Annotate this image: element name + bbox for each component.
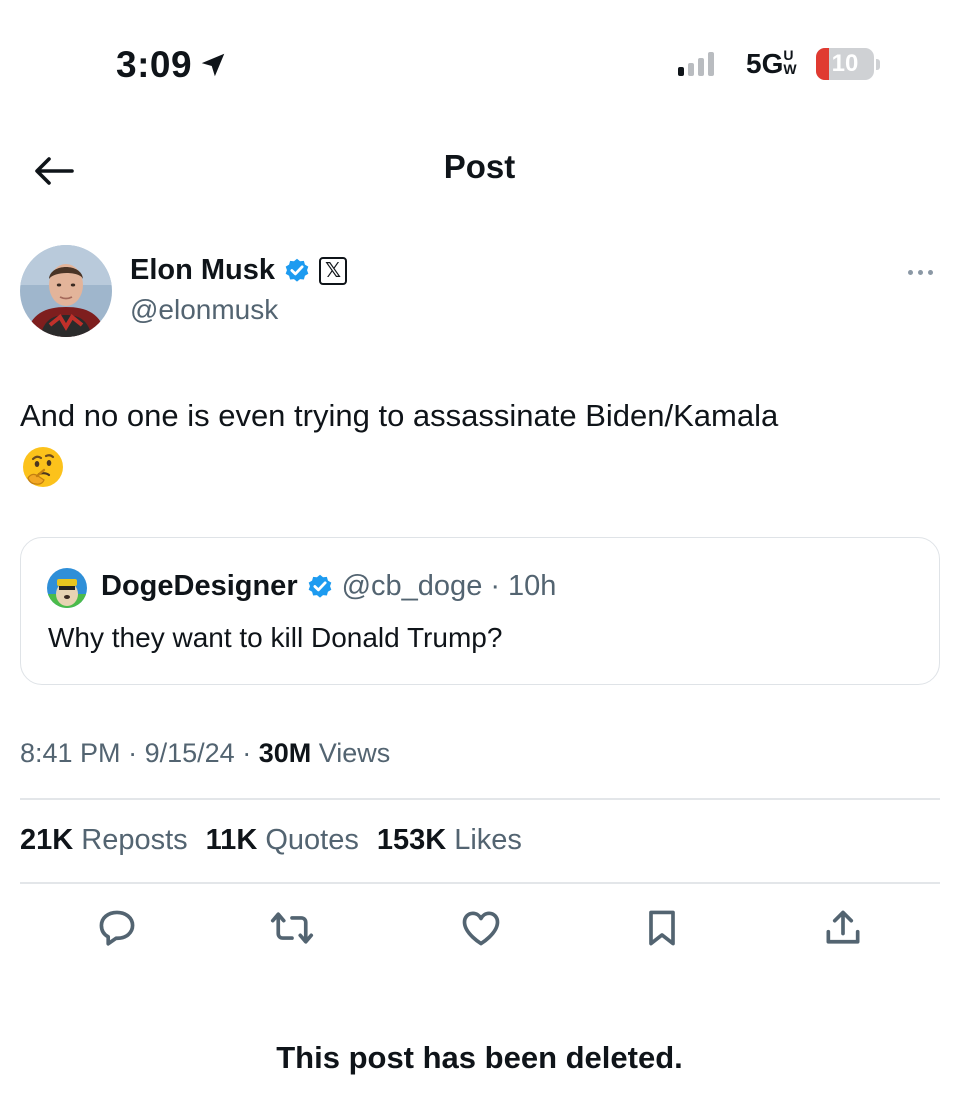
engagement-stats: 21K Reposts 11K Quotes 153K Likes [20,824,522,857]
post-header: Post [0,130,959,210]
verified-badge-icon [308,574,331,598]
post-text: And no one is even trying to assassinate… [20,398,779,433]
bookmark-icon [649,910,675,946]
quoted-post-header: DogeDesigner @cb_doge · 10h [101,570,556,603]
quoted-post-card[interactable]: DogeDesigner @cb_doge · 10h Why they wan… [20,537,940,685]
divider [20,882,940,884]
post-timestamp: 8:41 PM · 9/15/24 · 30M Views [20,738,390,769]
action-bar [0,902,959,962]
quotes-label: Quotes [265,824,359,856]
signal-strength-icon [678,52,714,76]
quoted-author-avatar [47,568,87,608]
share-icon [826,910,860,944]
network-suffix: UW [783,47,797,77]
reposts-count: 21K [20,824,74,856]
battery-percent: 10 [831,50,859,77]
like-icon [462,911,500,946]
status-time: 3:09 [116,44,228,86]
quotes-stat[interactable]: 11K Quotes [206,824,359,857]
repost-button[interactable] [266,902,318,954]
battery-tip [876,59,880,70]
deleted-notice: This post has been deleted. [276,1040,683,1075]
likes-count: 153K [376,824,447,856]
time-text: 3:09 [116,44,193,85]
meta-separator: · [242,738,252,768]
network-label: 5G [746,48,784,79]
location-arrow-icon [201,53,225,77]
quoted-author-name: DogeDesigner [101,570,298,602]
battery-icon: 10 [816,48,874,80]
meta-separator: · [128,738,138,768]
reposts-label: Reposts [81,824,188,856]
reply-button[interactable] [91,902,143,954]
views-count: 30M [258,738,312,768]
quoted-post-time: · 10h [490,570,557,602]
thinking-face-emoji [23,447,63,487]
author-handle[interactable]: @elonmusk [130,294,278,326]
page-title: Post [443,148,516,185]
share-button[interactable] [817,902,869,954]
like-button[interactable] [455,902,507,954]
dot [927,269,933,275]
quoted-author-handle: @cb_doge [341,570,483,602]
reply-icon [99,910,135,946]
network-indicator: 5GUW [746,48,797,80]
post-time: 8:41 PM [20,738,121,768]
views-label: Views [318,738,391,768]
verified-badge-icon [285,258,309,282]
author-name-text: Elon Musk [130,254,276,286]
post-date: 9/15/24 [144,738,235,768]
reposts-stat[interactable]: 21K Reposts [20,824,188,857]
quoted-post-text: Why they want to kill Donald Trump? [48,622,503,653]
author-name[interactable]: Elon Musk 𝕏 [130,254,348,287]
author-avatar[interactable] [20,245,112,337]
status-bar: 3:09 5GUW 10 [0,0,959,130]
quotes-count: 11K [205,824,258,856]
more-options-button[interactable] [900,262,940,282]
likes-stat[interactable]: 153K Likes [377,824,522,857]
divider [20,798,940,800]
likes-label: Likes [454,824,522,856]
bookmark-button[interactable] [636,902,688,954]
dot [907,269,913,275]
dot [917,269,923,275]
repost-icon [270,912,314,944]
x-logo-icon: 𝕏 [319,256,348,285]
